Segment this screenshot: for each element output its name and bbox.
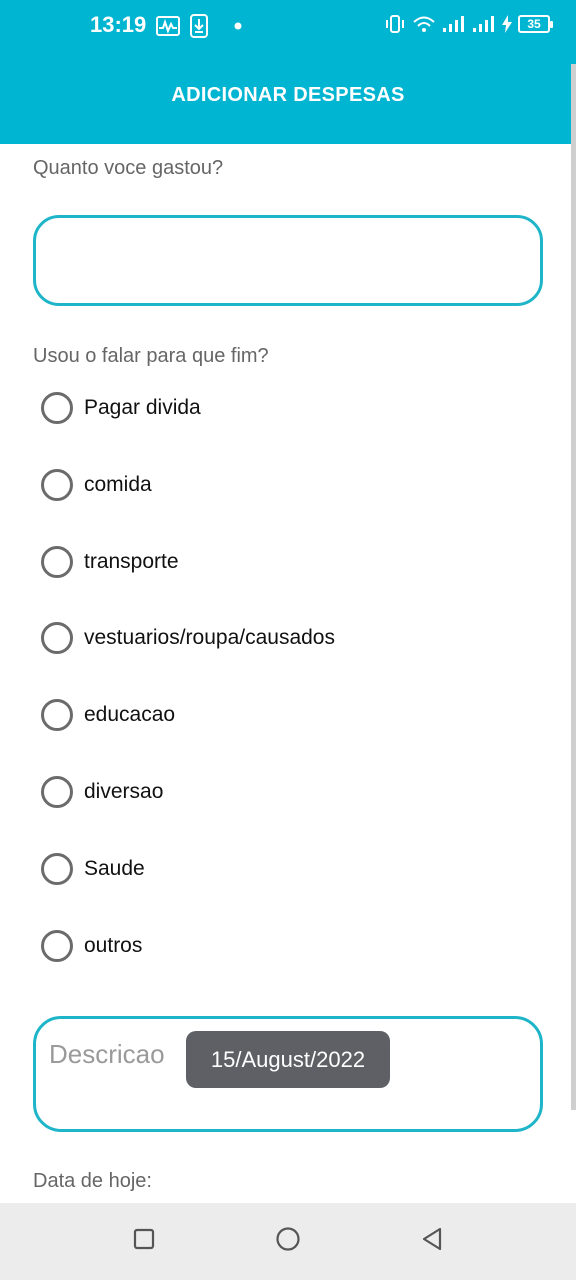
back-icon	[420, 1227, 444, 1256]
radio-option-diversao[interactable]: diversao	[41, 772, 561, 812]
toast-text: 15/August/2022	[210, 1046, 366, 1072]
radio-option-educacao[interactable]: educacao	[41, 695, 561, 735]
amount-label: Quanto voce gastou?	[33, 157, 224, 179]
signal-icon	[472, 14, 496, 34]
date-toast: 15/August/2022	[186, 1031, 390, 1088]
radio-button[interactable]	[41, 392, 73, 424]
status-right-icons: 35	[384, 14, 553, 34]
purpose-label: Usou o falar para que fim?	[33, 345, 269, 367]
radio-label: transporte	[84, 550, 179, 573]
scrollbar[interactable]	[571, 64, 576, 1110]
amount-input[interactable]	[33, 215, 543, 306]
home-button[interactable]	[268, 1221, 308, 1261]
status-time: 13:19	[90, 12, 147, 37]
radio-option-vestuarios[interactable]: vestuarios/roupa/causados	[41, 618, 561, 658]
description-placeholder: Descricao	[49, 1039, 165, 1069]
recents-button[interactable]	[124, 1221, 164, 1261]
app-bar: ADICIONAR DESPESAS	[0, 56, 576, 144]
charging-icon	[502, 15, 512, 33]
radio-button[interactable]	[41, 699, 73, 731]
radio-option-transporte[interactable]: transporte	[41, 542, 561, 582]
radio-label: Pagar divida	[84, 396, 201, 419]
radio-button[interactable]	[41, 622, 73, 654]
date-label: Data de hoje:	[33, 1170, 152, 1192]
radio-label: outros	[84, 934, 143, 957]
download-icon	[190, 14, 208, 38]
dot-icon	[234, 22, 242, 30]
back-button[interactable]	[412, 1221, 452, 1261]
radio-label: educacao	[84, 703, 176, 726]
navigation-bar	[0, 1203, 576, 1280]
radio-button[interactable]	[41, 469, 73, 501]
battery-indicator: 35	[518, 15, 553, 33]
radio-button[interactable]	[41, 546, 73, 578]
radio-label: Saude	[84, 857, 145, 880]
radio-button[interactable]	[41, 853, 73, 885]
activity-icon	[156, 16, 180, 36]
radio-button[interactable]	[41, 930, 73, 962]
recents-icon	[133, 1228, 155, 1255]
radio-label: vestuarios/roupa/causados	[84, 626, 335, 649]
radio-option-comida[interactable]: comida	[41, 465, 561, 505]
vibrate-icon	[384, 14, 406, 34]
signal-icon	[442, 14, 466, 34]
wifi-icon	[412, 14, 436, 34]
home-icon	[275, 1226, 301, 1257]
radio-option-saude[interactable]: Saude	[41, 849, 561, 889]
radio-option-pagar-divida[interactable]: Pagar divida	[41, 388, 561, 428]
radio-button[interactable]	[41, 776, 73, 808]
status-left-icons	[156, 14, 242, 38]
page-title: ADICIONAR DESPESAS	[171, 83, 405, 106]
radio-label: comida	[84, 473, 152, 496]
radio-option-outros[interactable]: outros	[41, 926, 561, 966]
radio-label: diversao	[84, 780, 164, 803]
status-bar: 13:19 35	[0, 0, 576, 56]
